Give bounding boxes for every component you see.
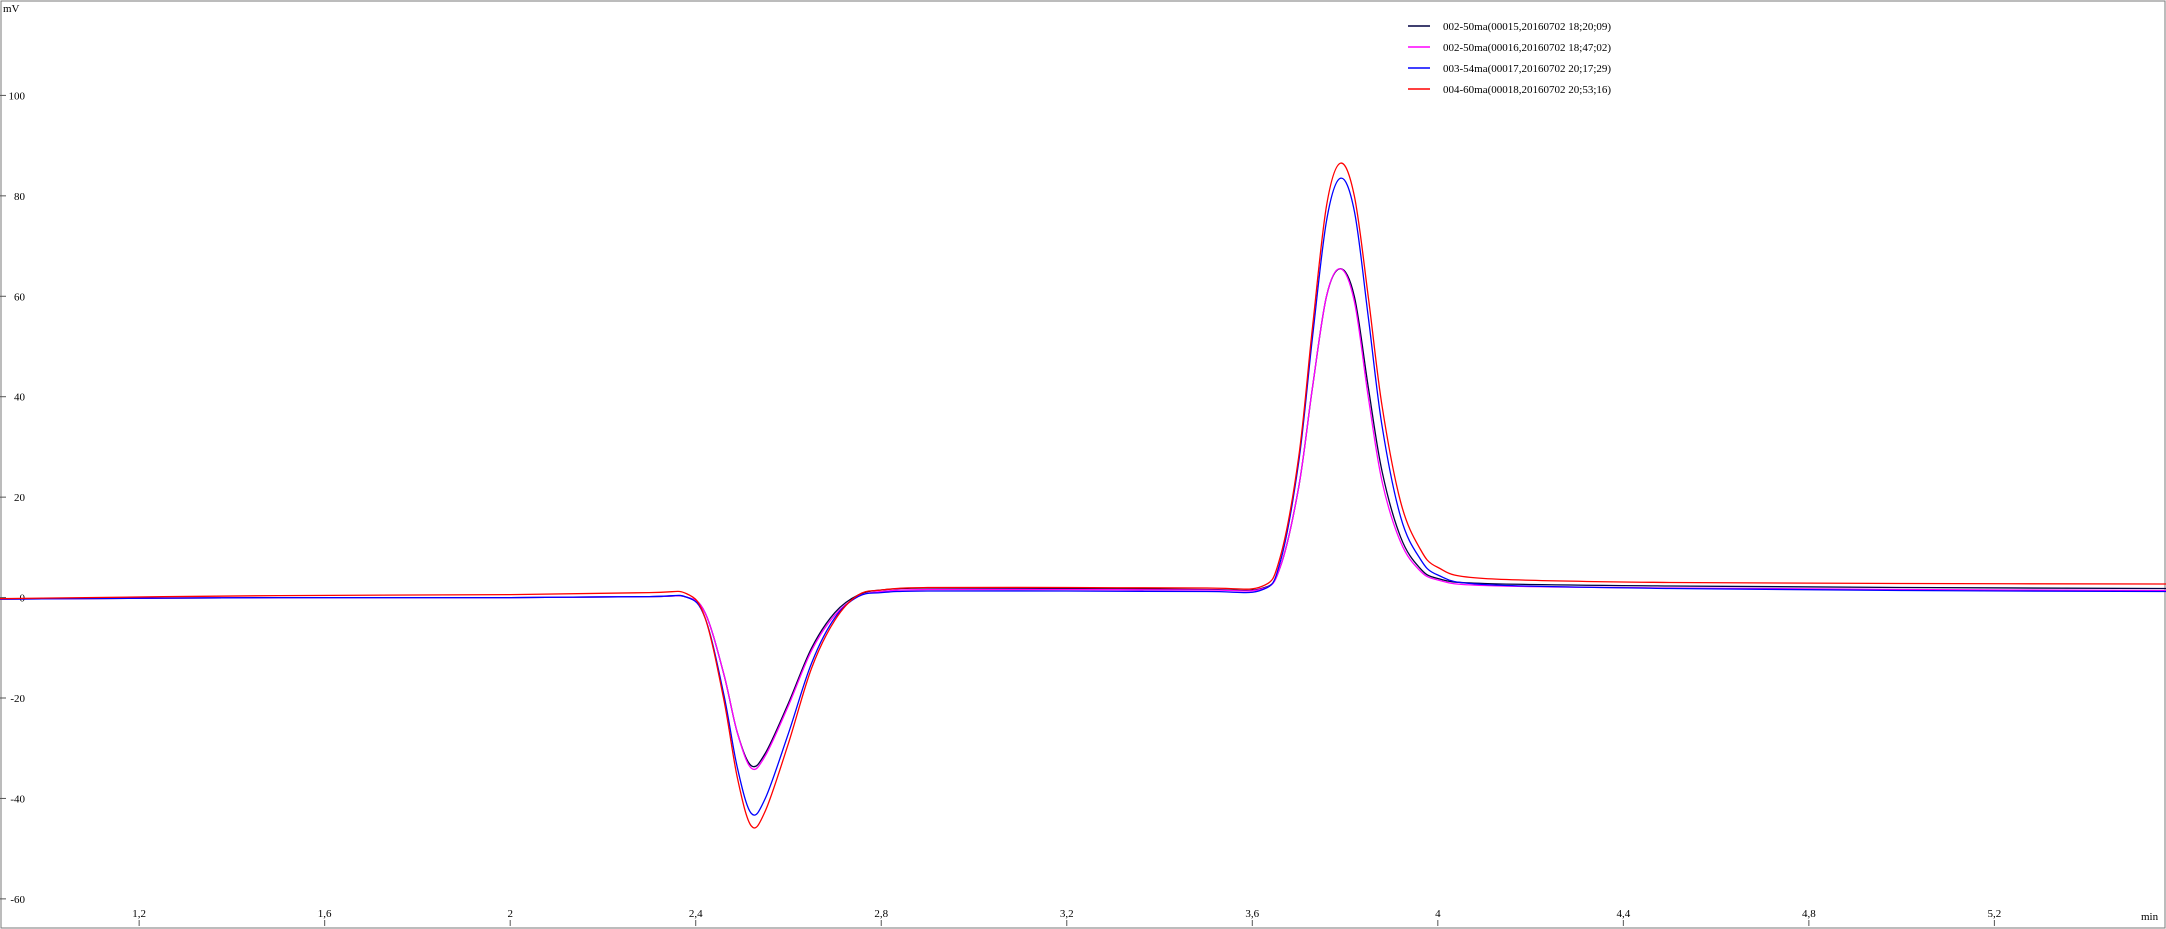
- y-tick-label: 100: [9, 90, 26, 102]
- y-tick-label: -60: [10, 894, 25, 906]
- y-axis-label: mV: [3, 3, 20, 15]
- chromatogram-chart: 100806040200-20-40-601,2 1,6 2 2,4 2,8 3,2 3,6…: [0, 0, 2166, 929]
- x-tick-label: 4,8: [1802, 908, 1816, 920]
- plot-frame: [0, 0, 2166, 929]
- x-tick-label: 4: [1435, 908, 1441, 920]
- y-tick-label: 40: [14, 392, 26, 404]
- x-tick-label: 2: [507, 908, 513, 920]
- x-tick-label: 5,2: [1988, 908, 2002, 920]
- legend-entry: 003-54ma(00017,20160702 20;17;29): [1443, 63, 1611, 75]
- x-axis-label: min: [2141, 911, 2159, 923]
- legend-entry: 002-50ma(00015,20160702 18;20;09): [1443, 21, 1611, 33]
- legend-entry: 004-60ma(00018,20160702 20;53;16): [1443, 84, 1611, 96]
- y-tick-label: -20: [10, 693, 25, 705]
- y-tick-label: -40: [10, 793, 25, 805]
- x-tick-label: 2,8: [874, 908, 888, 920]
- y-tick-label: 20: [14, 492, 26, 504]
- x-tick-label: 2,4: [689, 908, 703, 920]
- x-tick-label: 3,2: [1060, 908, 1074, 920]
- x-tick-label: 1,6: [318, 908, 332, 920]
- legend-entry: 002-50ma(00016,20160702 18;47;02): [1443, 42, 1611, 54]
- y-tick-label: 80: [14, 191, 26, 203]
- x-tick-label: 1,2: [132, 908, 146, 920]
- x-tick-label: 3,6: [1245, 908, 1259, 920]
- x-tick-label: 4,4: [1616, 908, 1630, 920]
- y-tick-label: 60: [14, 291, 26, 303]
